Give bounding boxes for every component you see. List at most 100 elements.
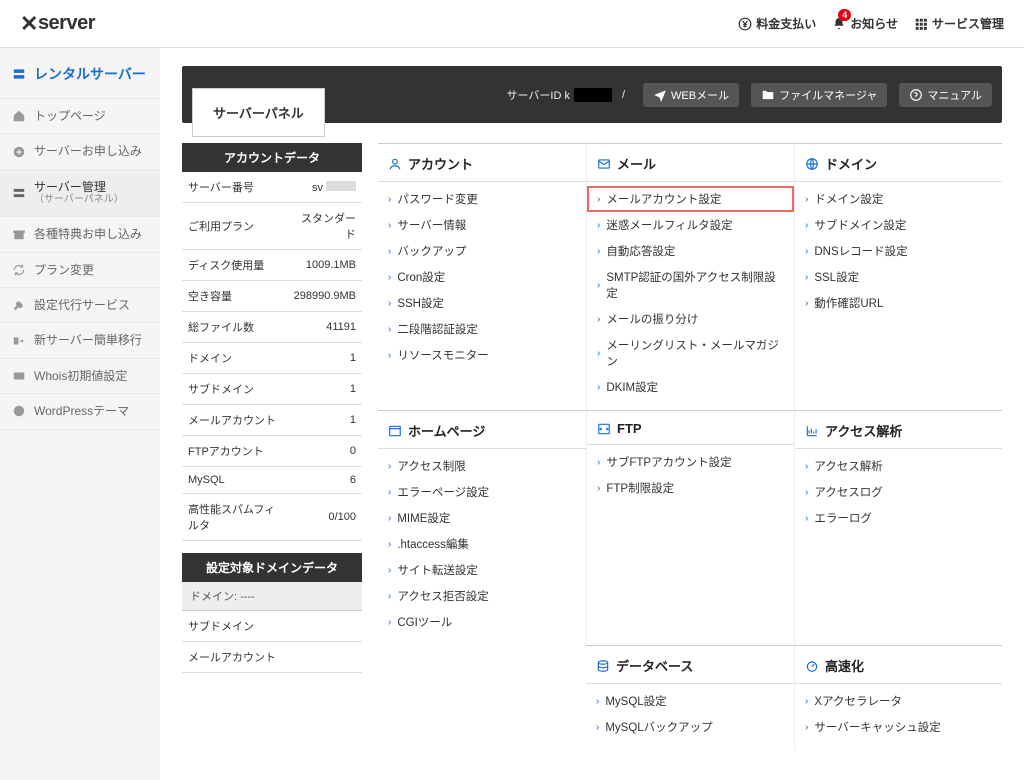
account-data-table: サーバー番号sv ご利用プランスタンダードディスク使用量1009.1MB空き容量… [182, 172, 362, 541]
sidebar-item-perks[interactable]: 各種特典お申し込み [0, 217, 160, 252]
panel-header: メール [587, 144, 794, 182]
panel-item[interactable]: ›サーバーキャッシュ設定 [795, 714, 1002, 740]
panel-item[interactable]: ›アクセス拒否設定 [378, 583, 586, 609]
kv-key: メールアカウント [182, 405, 285, 436]
yen-icon [738, 17, 752, 31]
webmail-button[interactable]: WEBメール [643, 83, 739, 107]
topbar: サーバーパネル サーバーID k / WEBメール ファイルマネージャ マニュア… [182, 66, 1002, 123]
panel-item[interactable]: ›メールの振り分け [587, 306, 794, 332]
sidebar-item-migrate[interactable]: 新サーバー簡単移行 [0, 323, 160, 358]
sidebar-item-plan[interactable]: プラン変更 [0, 253, 160, 288]
logo-x-icon: ✕ [20, 11, 38, 37]
panel-item[interactable]: ›メールアカウント設定 [587, 186, 794, 212]
panel-item[interactable]: ›SSL設定 [795, 264, 1002, 290]
panel-header: データベース [586, 646, 794, 684]
panel-item-label: 二段階認証設定 [397, 321, 478, 337]
manual-button[interactable]: マニュアル [899, 83, 992, 107]
panel-item-label: MIME設定 [397, 510, 450, 526]
panel-item-label: DKIM設定 [606, 379, 658, 395]
chevron-icon: › [597, 382, 600, 393]
domain-select[interactable]: ドメイン: ---- [182, 582, 362, 611]
logo: ✕server [20, 11, 95, 37]
domain-data-table: サブドメインメールアカウント [182, 611, 362, 673]
panel-item[interactable]: ›DNSレコード設定 [795, 238, 1002, 264]
panel-item[interactable]: ›バックアップ [378, 238, 586, 264]
panel-item[interactable]: ›アクセスログ [795, 479, 1002, 505]
sidebar-item-top[interactable]: トップページ [0, 99, 160, 134]
panel-item[interactable]: ›エラーログ [795, 505, 1002, 531]
sidebar-item-sub: （サーバーパネル） [34, 194, 124, 206]
panel-title: ドメイン [825, 154, 877, 173]
card-icon [12, 369, 26, 383]
panel-item[interactable]: ›パスワード変更 [378, 186, 586, 212]
topbar-title: サーバーパネル [192, 88, 325, 137]
kv-key: ディスク使用量 [182, 250, 285, 281]
kv-value: 1009.1MB [285, 250, 362, 281]
panel-item-label: サブFTPアカウント設定 [606, 454, 731, 470]
sidebar-item-manage[interactable]: サーバー管理（サーバーパネル） [0, 170, 160, 217]
panel-item[interactable]: ›SMTP認証の国外アクセス制限設定 [587, 264, 794, 306]
panel-item[interactable]: ›Cron設定 [378, 264, 586, 290]
chevron-icon: › [805, 194, 808, 205]
panel-item[interactable]: ›サイト転送設定 [378, 557, 586, 583]
panel-item[interactable]: ›自動応答設定 [587, 238, 794, 264]
sidebar-title[interactable]: レンタルサーバー [0, 52, 160, 99]
service-label: サービス管理 [932, 15, 1004, 32]
server-icon [12, 67, 26, 81]
sidebar-item-apply[interactable]: サーバーお申し込み [0, 134, 160, 169]
panel-item[interactable]: ›動作確認URL [795, 290, 1002, 316]
chevron-icon: › [805, 220, 808, 231]
sidebar-item-label: プラン変更 [34, 263, 94, 277]
sidebar-item-proxy[interactable]: 設定代行サービス [0, 288, 160, 323]
filemgr-button[interactable]: ファイルマネージャ [751, 83, 887, 107]
kv-value: 1 [285, 343, 362, 374]
panel-item-label: リソースモニター [397, 347, 488, 363]
panel-header: アクセス解析 [795, 411, 1002, 449]
panel-item[interactable]: ›アクセス解析 [795, 453, 1002, 479]
table-row: サブドメイン1 [182, 374, 362, 405]
panel-item[interactable]: ›Xアクセラレータ [795, 688, 1002, 714]
panel-item-label: MySQL設定 [605, 693, 666, 709]
speed-icon [805, 659, 819, 673]
chevron-icon: › [388, 350, 391, 361]
kv-value: スタンダード [285, 203, 362, 250]
window-icon [388, 424, 402, 438]
panel-item-label: バックアップ [397, 243, 466, 259]
panel-item[interactable]: ›サーバー情報 [378, 212, 586, 238]
panel-globe: ドメイン ›ドメイン設定›サブドメイン設定›DNSレコード設定›SSL設定›動作確… [794, 143, 1002, 410]
chevron-icon: › [388, 565, 391, 576]
panel-item[interactable]: ›FTP制限設定 [587, 475, 794, 501]
panel-item[interactable]: ›.htaccess編集 [378, 531, 586, 557]
panel-item[interactable]: ›サブFTPアカウント設定 [587, 449, 794, 475]
chevron-icon: › [388, 194, 391, 205]
chevron-icon: › [597, 220, 600, 231]
panel-item[interactable]: › SSH設定 [378, 290, 586, 316]
panel-item[interactable]: ›ドメイン設定 [795, 186, 1002, 212]
service-link[interactable]: サービス管理 [914, 15, 1004, 32]
chevron-icon: › [805, 487, 808, 498]
panel-title: アクセス解析 [825, 421, 902, 440]
panel-item[interactable]: ›MySQLバックアップ [586, 714, 794, 740]
panel-item[interactable]: ›サブドメイン設定 [795, 212, 1002, 238]
chevron-icon: › [388, 298, 391, 309]
panel-item[interactable]: ›メーリングリスト・メールマガジン [587, 332, 794, 374]
sidebar-item-wordpress[interactable]: WordPressテーマ [0, 394, 160, 429]
chevron-icon: › [805, 298, 808, 309]
panel-item[interactable]: ›MySQL設定 [586, 688, 794, 714]
panel-item[interactable]: ›アクセス制限 [378, 453, 586, 479]
table-row: ディスク使用量1009.1MB [182, 250, 362, 281]
sidebar-item-whois[interactable]: Whois初期値設定 [0, 359, 160, 394]
panel-item[interactable]: ›MIME設定 [378, 505, 586, 531]
kv-value [343, 611, 362, 642]
pay-link[interactable]: 料金支払い [738, 15, 816, 32]
panel-item[interactable]: ›エラーページ設定 [378, 479, 586, 505]
panel-item-label: SSH設定 [397, 295, 444, 311]
chevron-icon: › [388, 539, 391, 550]
panel-item[interactable]: ›迷惑メールフィルタ設定 [587, 212, 794, 238]
panel-item[interactable]: › リソースモニター [378, 342, 586, 368]
panel-item[interactable]: › DKIM設定 [587, 374, 794, 400]
table-row: メールアカウント1 [182, 405, 362, 436]
news-link[interactable]: 4 お知らせ [832, 15, 898, 32]
panel-item[interactable]: ›二段階認証設定 [378, 316, 586, 342]
panel-item[interactable]: ›CGIツール [378, 609, 586, 635]
